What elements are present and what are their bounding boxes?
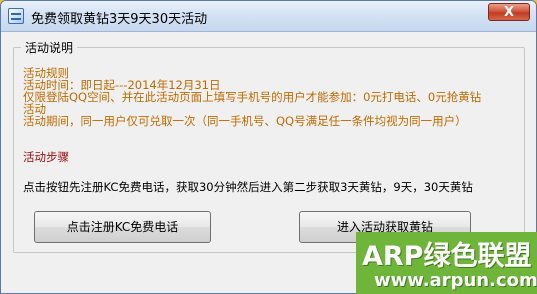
steps-heading: 活动步骤: [23, 150, 69, 164]
rules-eligibility: 仅限登陆QQ空间、并在此活动页面上填写手机号的用户才能参加：0元打电话、0元抢黄…: [23, 90, 482, 104]
watermark-url: www.arpun.com: [374, 270, 537, 291]
title-bar[interactable]: 免费领取黄钻3天9天30天活动 X: [1, 1, 536, 32]
close-button[interactable]: X: [488, 3, 530, 21]
groupbox-legend: 活动说明: [21, 39, 78, 56]
watermark-brand: ARP绿色联盟: [362, 241, 532, 272]
watermark-logo: ARP绿色联盟 www.arpun.com: [356, 232, 537, 294]
steps-instruction: 点击按钮先注册KC免费电话，获取30分钟然后进入第二步获取3天黄钻，9天，30天…: [23, 180, 473, 194]
window-title: 免费领取黄钻3天9天30天活动: [31, 12, 208, 27]
app-icon: [8, 8, 24, 24]
register-kc-button[interactable]: 点击注册KC免费电话: [34, 211, 211, 243]
rules-period: 活动期间，同一用户仅可兑取一次（同一手机号、QQ号满足任一条件均视为同一用户）: [23, 114, 467, 128]
